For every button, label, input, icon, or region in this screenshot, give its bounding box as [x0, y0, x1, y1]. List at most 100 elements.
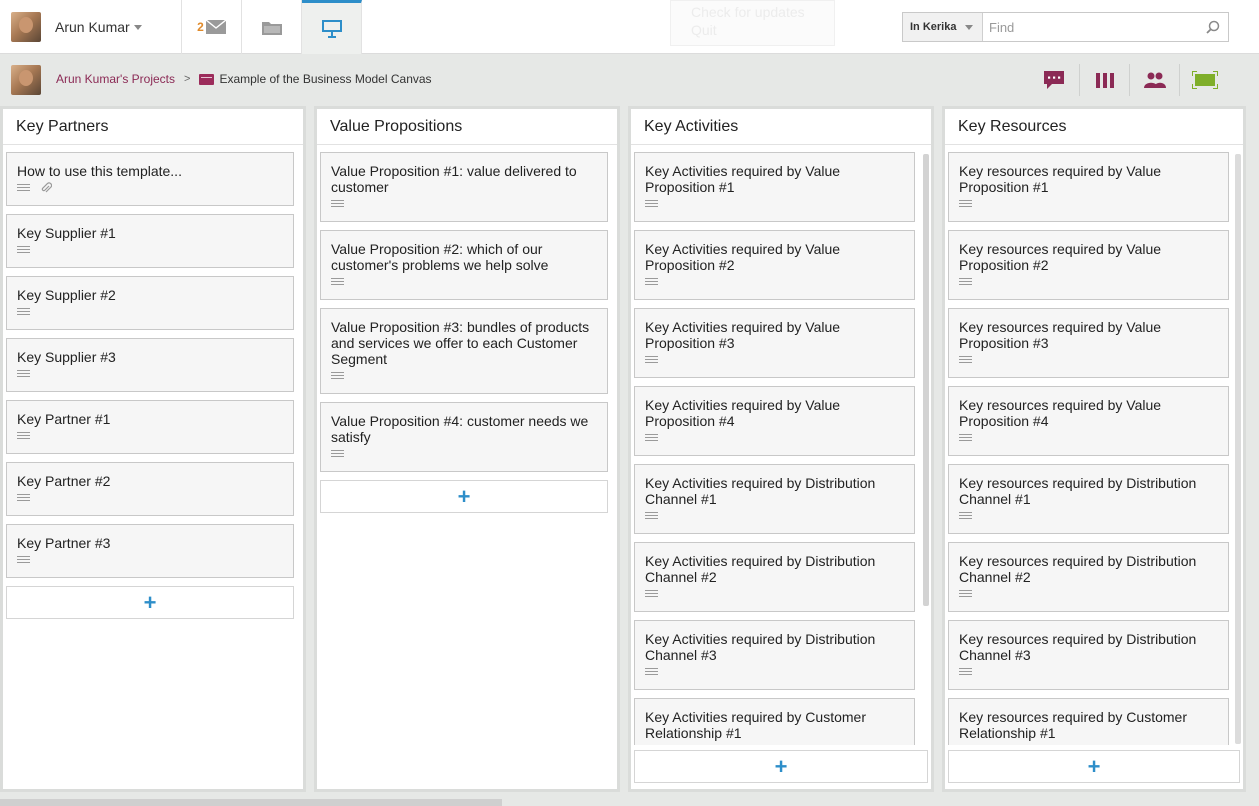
card[interactable]: Key resources required by Value Proposit…	[948, 308, 1229, 378]
card[interactable]: Key Activities required by Distribution …	[634, 542, 915, 612]
card[interactable]: Key resources required by Value Proposit…	[948, 230, 1229, 300]
card[interactable]: Key resources required by Value Proposit…	[948, 386, 1229, 456]
search-button[interactable]	[1198, 13, 1228, 41]
card[interactable]: Value Proposition #2: which of our custo…	[320, 230, 608, 300]
card-meta	[645, 276, 904, 288]
breadcrumb-projects-link[interactable]: Arun Kumar's Projects	[56, 72, 175, 86]
team-button[interactable]	[1129, 64, 1179, 96]
add-card-button[interactable]: +	[948, 750, 1240, 783]
card[interactable]: Key Partner #3	[6, 524, 294, 578]
card-title: Key Partner #1	[17, 411, 283, 427]
search-box: In Kerika	[902, 12, 1229, 42]
card-list[interactable]: Key Activities required by Value Proposi…	[634, 152, 915, 745]
card-title: Key Activities required by Value Proposi…	[645, 163, 904, 195]
chevron-down-icon[interactable]	[134, 25, 142, 30]
chat-icon	[1044, 71, 1064, 89]
add-card-button[interactable]: +	[320, 480, 608, 513]
card-meta	[17, 554, 283, 566]
card-meta	[959, 666, 1218, 678]
card[interactable]: Key Activities required by Distribution …	[634, 620, 915, 690]
add-card-button[interactable]: +	[634, 750, 928, 783]
card[interactable]: Value Proposition #3: bundles of product…	[320, 308, 608, 394]
description-icon	[959, 668, 972, 676]
add-card-button[interactable]: +	[6, 586, 294, 619]
description-icon	[17, 370, 30, 378]
description-icon	[331, 450, 344, 458]
card[interactable]: Key resources required by Customer Relat…	[948, 698, 1229, 745]
card[interactable]: Key resources required by Distribution C…	[948, 542, 1229, 612]
presentation-board-icon	[322, 19, 342, 38]
card-title: Key Activities required by Customer Rela…	[645, 709, 904, 741]
card-title: Key Activities required by Distribution …	[645, 631, 904, 663]
column-title: Key Resources	[945, 109, 1243, 145]
horizontal-scrollbar[interactable]	[0, 799, 502, 806]
card-meta	[17, 368, 283, 380]
description-icon	[645, 590, 658, 598]
card[interactable]: Key Activities required by Distribution …	[634, 464, 915, 534]
breadcrumb-bar: Arun Kumar's Projects > Example of the B…	[0, 55, 1259, 105]
user-name[interactable]: Arun Kumar	[55, 19, 130, 35]
chat-button[interactable]	[1029, 64, 1079, 96]
card[interactable]: Key Supplier #3	[6, 338, 294, 392]
column-title: Value Propositions	[317, 109, 617, 145]
fullscreen-button[interactable]	[1179, 64, 1229, 96]
description-icon	[959, 512, 972, 520]
user-menu[interactable]: Arun Kumar	[0, 0, 182, 54]
card[interactable]: Key Supplier #2	[6, 276, 294, 330]
column-key-resources: Key Resources Key resources required by …	[942, 106, 1246, 792]
card[interactable]: Key Activities required by Value Proposi…	[634, 386, 915, 456]
card-title: Key resources required by Distribution C…	[959, 475, 1218, 507]
description-icon	[331, 200, 344, 208]
window-edge	[1247, 106, 1259, 806]
description-icon	[17, 184, 30, 192]
card-meta	[959, 276, 1218, 288]
background-app-menu: Check for updates Quit	[670, 0, 835, 46]
columns-button[interactable]	[1079, 64, 1129, 96]
card[interactable]: Key Activities required by Value Proposi…	[634, 308, 915, 378]
search-scope-select[interactable]: In Kerika	[903, 13, 983, 41]
menu-item-check-updates: Check for updates	[691, 3, 814, 21]
chevron-down-icon	[965, 25, 973, 30]
tab-inbox[interactable]: 2	[182, 0, 242, 54]
card-meta	[645, 510, 904, 522]
paperclip-icon	[40, 182, 52, 194]
card-meta	[959, 432, 1218, 444]
card-list[interactable]: Key resources required by Value Proposit…	[948, 152, 1229, 745]
avatar	[11, 12, 41, 42]
avatar	[11, 65, 41, 95]
card[interactable]: Value Proposition #4: customer needs we …	[320, 402, 608, 472]
search-input[interactable]	[983, 13, 1198, 41]
card-meta	[959, 198, 1218, 210]
card-title: Value Proposition #1: value delivered to…	[331, 163, 597, 195]
column-scrollbar[interactable]	[923, 154, 929, 606]
description-icon	[17, 556, 30, 564]
column-scrollbar[interactable]	[1235, 154, 1241, 744]
card-list: Value Proposition #1: value delivered to…	[320, 152, 608, 745]
card-meta	[959, 510, 1218, 522]
card[interactable]: Value Proposition #1: value delivered to…	[320, 152, 608, 222]
card[interactable]: Key Activities required by Value Proposi…	[634, 152, 915, 222]
tab-projects[interactable]	[242, 0, 302, 54]
card[interactable]: Key Partner #1	[6, 400, 294, 454]
card-title: Key Activities required by Distribution …	[645, 553, 904, 585]
description-icon	[959, 356, 972, 364]
card[interactable]: Key resources required by Distribution C…	[948, 620, 1229, 690]
card-title: How to use this template...	[17, 163, 283, 179]
description-icon	[17, 432, 30, 440]
card[interactable]: Key Partner #2	[6, 462, 294, 516]
fullscreen-icon	[1192, 71, 1218, 89]
card[interactable]: Key Activities required by Value Proposi…	[634, 230, 915, 300]
card-meta	[959, 744, 1218, 745]
card[interactable]: Key resources required by Distribution C…	[948, 464, 1229, 534]
card-meta	[645, 588, 904, 600]
card[interactable]: Key Supplier #1	[6, 214, 294, 268]
card[interactable]: Key Activities required by Customer Rela…	[634, 698, 915, 745]
board-toolbar	[1029, 64, 1229, 96]
card[interactable]: Key resources required by Value Proposit…	[948, 152, 1229, 222]
card-meta	[17, 182, 283, 194]
card[interactable]: How to use this template...	[6, 152, 294, 206]
description-icon	[331, 372, 344, 380]
description-icon	[645, 278, 658, 286]
card-meta	[17, 492, 283, 504]
tab-board[interactable]	[302, 0, 362, 54]
